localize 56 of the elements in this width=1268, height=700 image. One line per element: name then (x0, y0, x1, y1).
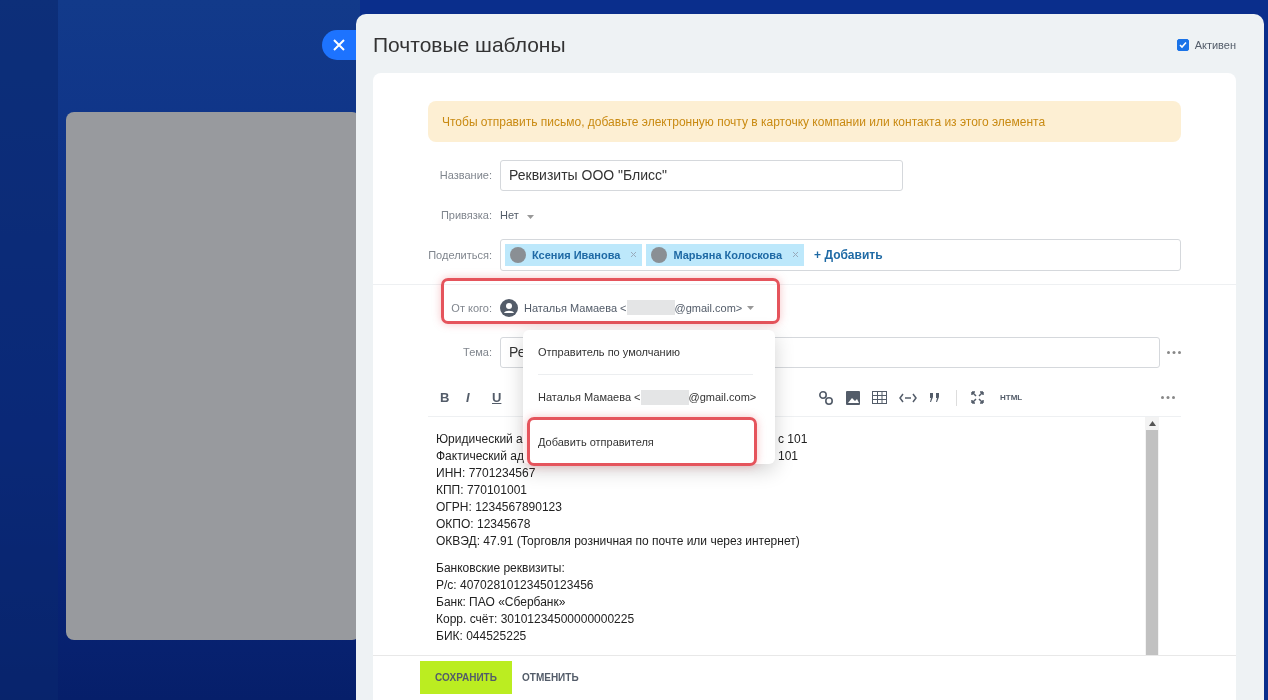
body-text: Юридический а (436, 431, 523, 446)
notice-banner: Чтобы отправить письмо, добавьте электронную почту в карточку компании или контакта из этого элемента (428, 100, 1181, 142)
menu-item[interactable]: Наталья Мамаева < @gmail.com> (538, 389, 757, 405)
sender-dropdown[interactable]: Наталья Мамаева < @gmail.com> (500, 298, 755, 317)
field-label: Тема: (462, 346, 492, 359)
body-text: ОГРН: 1234567890123 (436, 499, 562, 514)
body-text: БИК: 044525225 (436, 628, 527, 643)
menu-item[interactable]: Добавить отправителя (538, 436, 654, 448)
save-button[interactable]: СОХРАНИТЬ (420, 661, 512, 695)
binding-dropdown[interactable]: Нет (500, 208, 534, 221)
user-icon (500, 298, 518, 317)
table-icon[interactable] (872, 391, 887, 405)
share-field[interactable]: Ксения Иванова Марьяна Колоскова + Добавить (500, 238, 1181, 271)
field-label: Название: (438, 169, 492, 182)
body-text: с 101 (778, 430, 808, 448)
more-icon[interactable] (1161, 396, 1175, 400)
panel-title: Почтовые шаблоны (373, 33, 566, 58)
add-link[interactable]: + Добавить (814, 247, 883, 262)
scroll-up-icon[interactable] (1148, 420, 1156, 426)
quote-icon[interactable] (929, 393, 940, 403)
body-text: 101 (778, 447, 799, 465)
scrollbar[interactable] (1145, 416, 1159, 655)
close-icon[interactable] (332, 38, 346, 52)
more-icon[interactable] (1167, 350, 1181, 354)
format-button[interactable]: I (466, 390, 492, 406)
close-button[interactable] (322, 30, 356, 60)
field-label: Поделиться: (428, 248, 492, 261)
format-button[interactable]: B (440, 390, 466, 406)
person-chip[interactable]: Ксения Иванова (505, 243, 643, 266)
body-text: ОКПО: 12345678 (436, 516, 531, 531)
menu-item[interactable]: Отправитель по умолчанию (538, 346, 681, 358)
body-text: КПП: 770101001 (436, 482, 527, 497)
body-text: ИНН: 7701234567 (436, 465, 536, 480)
field-label: Привязка: (439, 208, 492, 221)
cancel-button[interactable]: ОТМЕНИТЬ (516, 671, 585, 685)
code-icon[interactable] (899, 392, 917, 403)
caret-icon (526, 214, 534, 219)
caret-icon (747, 305, 755, 310)
active-label: Активен (1194, 39, 1236, 52)
person-chip[interactable]: Марьяна Колоскова (646, 243, 805, 266)
body-text: Банк: ПАО «Сбербанк» (436, 594, 566, 609)
link-icon[interactable] (818, 389, 834, 406)
image-icon[interactable] (846, 390, 860, 405)
body-text: Банковские реквизиты: (436, 560, 565, 575)
body-text: ОКВЭД: 47.91 (Торговля розничная по почте или через интернет) (436, 533, 800, 548)
name-field[interactable]: Реквизиты ООО "Блисс" (500, 159, 903, 191)
html-button[interactable]: HTML (1000, 393, 1023, 403)
format-button[interactable]: U (492, 390, 518, 406)
fullscreen-icon[interactable] (971, 391, 984, 405)
body-text: Фактический ад (436, 448, 524, 463)
avatar-icon (651, 246, 668, 263)
body-text: Р/с: 40702810123450123456 (436, 577, 594, 592)
field-label: От кого: (450, 301, 492, 314)
body-text: Корр. счёт: 30101234500000000225 (436, 611, 635, 626)
active-checkbox[interactable] (1176, 39, 1189, 52)
avatar-icon (510, 246, 526, 263)
